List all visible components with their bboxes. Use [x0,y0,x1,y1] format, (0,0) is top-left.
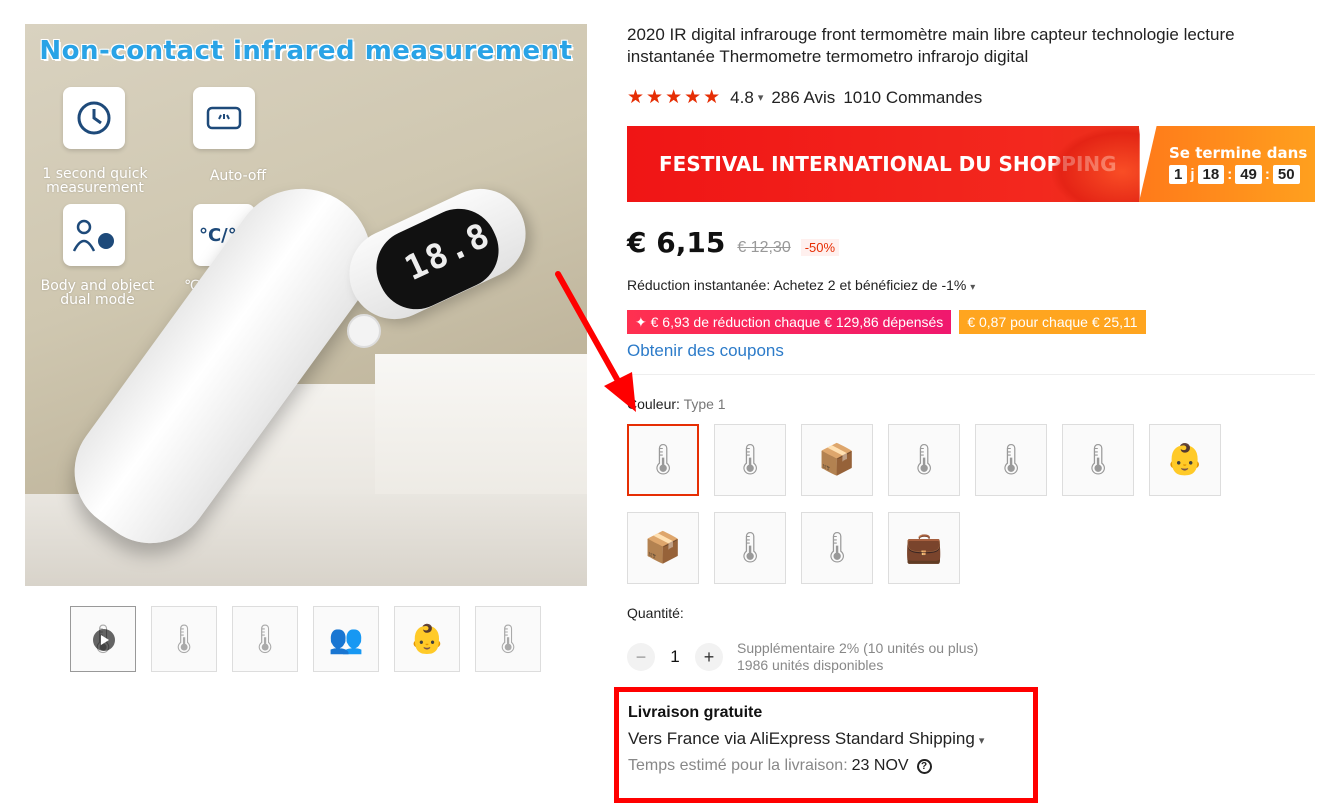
select-coupon[interactable]: € 0,87 pour chaque € 25,11 [959,310,1146,334]
thermometer-colors-icon: 🌡 [730,443,770,477]
boxed-thermometer-icon: 📦 [644,531,682,565]
person-object-icon [63,204,125,266]
color-swatch[interactable]: 🌡 [975,424,1047,496]
thermometer-case-icon: 💼 [905,531,943,565]
countdown-days-unit: j [1190,166,1195,183]
chevron-down-icon: ▾ [970,282,976,293]
delivery-estimate: Temps estimé pour la livraison: 23 NOV ? [628,757,1033,775]
quantity-stepper: − 1 + Supplémentaire 2% (10 unités ou pl… [627,640,978,674]
countdown-panel: Se termine dans 1 j 18 : 49 : 50 [1139,126,1315,202]
usage-illustration-icon: 👥 [328,623,364,655]
banner-title: FESTIVAL INTERNATIONAL DU SHOPPING [659,152,1117,176]
discount-badge: -50% [800,239,840,256]
thumbnail-video[interactable]: 🌡 [70,606,136,672]
thermometer-icon: 🌡 [643,443,683,477]
original-price: € 12,30 [737,239,791,256]
color-swatch[interactable]: 📦 [627,512,699,584]
color-swatches: 🌡 🌡 📦 🌡 🌡 🌡 👶 📦 🌡 🌡 💼 [627,424,1247,584]
clock-icon [63,87,125,149]
image-headline: Non-contact infrared measurement [39,36,573,66]
thermometer-icon: 🌡 [247,623,283,655]
color-swatch-type-1[interactable]: 🌡 [627,424,699,496]
feature-label: Body and object dual mode [40,278,155,308]
color-swatch[interactable]: 👶 [1149,424,1221,496]
color-swatch[interactable]: 🌡 [1062,424,1134,496]
help-icon[interactable]: ? [916,758,932,774]
thermometer-colors-icon: 🌡 [991,443,1031,477]
thumbnail-strip: 🌡 🌡 🌡 👥 👶 🌡 [70,606,541,672]
feature-label: Auto-off [209,168,267,184]
countdown-timer: 1 j 18 : 49 : 50 [1169,165,1315,184]
color-swatch[interactable]: 🌡 [888,424,960,496]
thermometer-button [347,314,381,348]
thermometer-measure-icon: 🌡 [904,443,944,477]
shipping-title: Livraison gratuite [628,704,763,721]
chevron-down-icon: ▾ [978,735,985,747]
product-main-image[interactable]: Non-contact infrared measurement 1 secon… [25,24,587,586]
display-icon [193,87,255,149]
thermometer-icon: 🌡 [166,623,202,655]
baby-thermometer-icon: 👶 [1166,443,1204,477]
thermometer-icon: 🌡 [730,531,770,565]
coupon-list: ✦ € 6,93 de réduction chaque € 129,86 dé… [627,310,1146,334]
promo-banner[interactable]: FESTIVAL INTERNATIONAL DU SHOPPING Se te… [627,126,1315,202]
thumbnail-image[interactable]: 🌡 [232,606,298,672]
thermometer-colors-icon: 🌡 [817,531,857,565]
countdown-hours: 18 [1197,165,1225,184]
price-row: € 6,15 € 12,30 -50% [627,226,840,259]
play-icon [93,629,115,651]
stock-text: 1986 unités disponibles [737,657,884,673]
shipping-method[interactable]: Vers France via AliExpress Standard Ship… [628,729,1033,749]
feature-label: 1 second quick measurement [42,166,148,196]
quantity-info: Supplémentaire 2% (10 unités ou plus) 19… [737,640,978,674]
review-count[interactable]: 286 Avis [771,88,835,108]
quantity-input[interactable]: 1 [655,647,695,667]
store-coupon[interactable]: ✦ € 6,93 de réduction chaque € 129,86 dé… [627,310,952,334]
current-price: € 6,15 [627,226,726,259]
bulk-discount-text: Supplémentaire 2% (10 unités ou plus) [737,640,979,656]
rating-stars-icon: ★★★★★ [627,87,723,108]
color-swatch[interactable]: 🌡 [801,512,873,584]
shipping-box: Livraison gratuite Vers France via AliEx… [614,687,1038,803]
thumbnail-image[interactable]: 👥 [313,606,379,672]
product-title: 2020 IR digital infrarouge front termomè… [627,25,1235,66]
thermometer-colors-icon: 🌡 [490,623,526,655]
color-swatch[interactable]: 🌡 [714,424,786,496]
color-label: Couleur: Type 1 [627,396,726,412]
boxed-thermometer-icon: 📦 [818,443,856,477]
rating-value[interactable]: 4.8 [730,88,754,108]
countdown-seconds: 50 [1272,165,1300,184]
countdown-label: Se termine dans [1169,144,1308,162]
increase-button[interactable]: + [695,643,723,671]
divider [627,374,1315,375]
instant-reduction[interactable]: Réduction instantanée: Achetez 2 et béné… [627,277,975,293]
delivery-date: 23 NOV [851,757,909,774]
countdown-days: 1 [1169,165,1188,184]
decrease-button[interactable]: − [627,643,655,671]
color-value: Type 1 [683,396,726,412]
thumbnail-image[interactable]: 🌡 [475,606,541,672]
baby-thermometer-icon: 👶 [409,623,445,655]
quantity-label: Quantité: [627,605,684,621]
thumbnail-image[interactable]: 🌡 [151,606,217,672]
chevron-down-icon[interactable]: ▾ [758,91,764,104]
thumbnail-image[interactable]: 👶 [394,606,460,672]
color-swatch[interactable]: 📦 [801,424,873,496]
color-swatch[interactable]: 💼 [888,512,960,584]
get-coupons-link[interactable]: Obtenir des coupons [627,341,784,361]
countdown-minutes: 49 [1235,165,1262,184]
color-swatch[interactable]: 🌡 [714,512,786,584]
rating-row: ★★★★★ 4.8 ▾ 286 Avis 1010 Commandes [627,86,982,109]
thermometer-stand-icon: 🌡 [1078,443,1118,477]
order-count: 1010 Commandes [843,87,983,107]
